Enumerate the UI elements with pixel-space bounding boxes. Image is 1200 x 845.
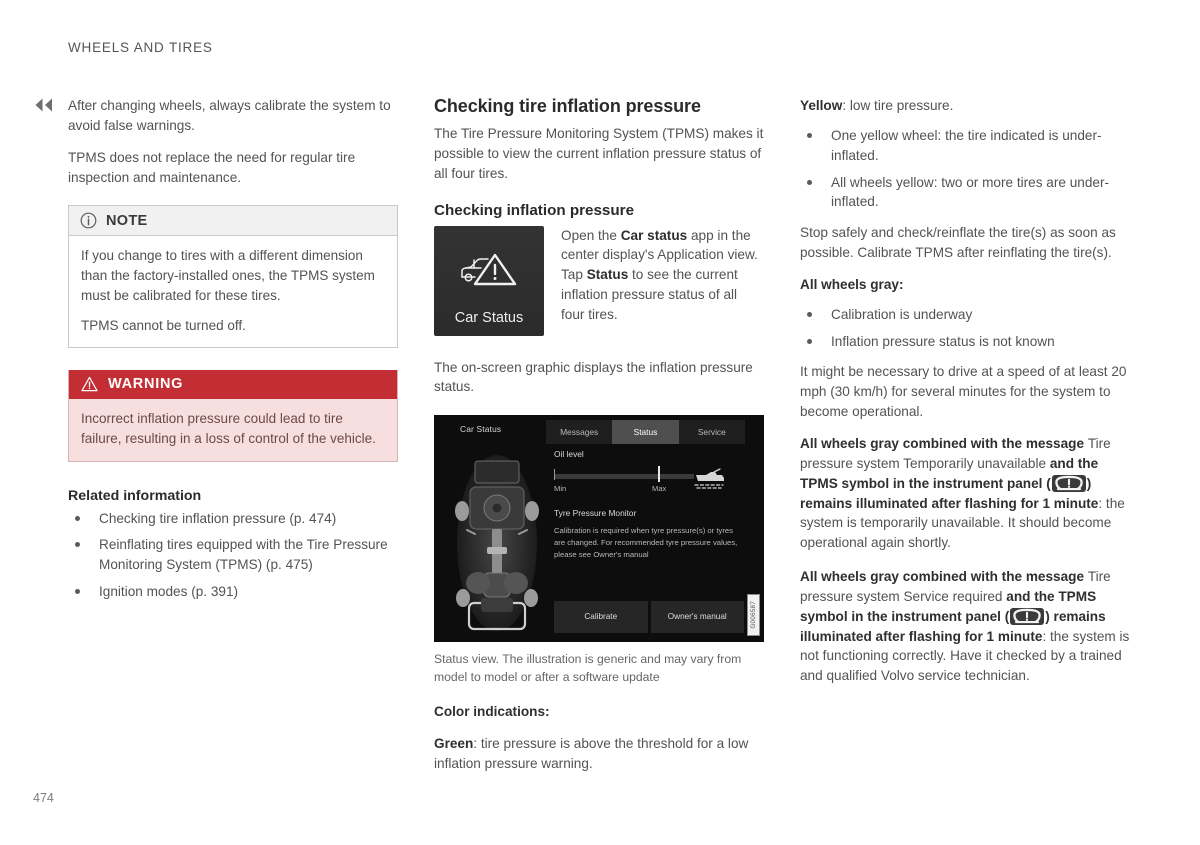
warning-box: WARNING Incorrect inflation pressure cou… xyxy=(68,370,398,462)
oil-gauge-needle xyxy=(658,466,660,483)
oil-gauge-scale-labels: Min Max xyxy=(554,484,694,495)
tpms-warning-icon xyxy=(1051,474,1086,492)
double-chevron-left-icon xyxy=(33,96,57,114)
temp-bold-1: All wheels gray combined with the messag… xyxy=(800,435,1088,451)
yellow-indication: Yellow: low tire pressure. xyxy=(800,96,1130,116)
figure-id-text: G006587 xyxy=(750,601,757,630)
yellow-note: Stop safely and check/reinflate the tire… xyxy=(800,225,1116,261)
list-item: One yellow wheel: the tire indicated is … xyxy=(800,126,1130,166)
yellow-label: Yellow xyxy=(800,98,843,113)
figure-caption: Status view. The illustration is generic… xyxy=(434,652,742,684)
oil-gauge-bar xyxy=(554,474,694,480)
running-header: WHEELS AND TIRES xyxy=(68,40,213,55)
page-number: 474 xyxy=(33,791,54,805)
note-box: NOTE If you change to tires with a diffe… xyxy=(68,205,398,349)
screenshot-info-panel: Oil level Min Max Tyre Pressure Monitor … xyxy=(554,449,749,560)
related-link-ignition-modes[interactable]: Ignition modes (p. 391) xyxy=(68,582,398,602)
column-center: Checking tire inflation pressure The Tir… xyxy=(434,96,764,785)
paragraph-tpms-replace: TPMS does not replace the need for regul… xyxy=(68,149,356,185)
service-required-paragraph: All wheels gray combined with the messag… xyxy=(800,567,1130,686)
related-link-checking-pressure[interactable]: Checking tire inflation pressure (p. 474… xyxy=(68,509,398,529)
gray-bullet-list: Calibration is underway Inflation pressu… xyxy=(800,305,1130,352)
green-indication: Green: tire pressure is above the thresh… xyxy=(434,734,764,774)
related-information-list: Checking tire inflation pressure (p. 474… xyxy=(68,509,398,602)
service-bold-1: All wheels gray combined with the messag… xyxy=(800,569,1088,585)
oil-gauge-min-tick xyxy=(554,469,555,481)
app-instruction-text: Open the Car status app in the center di… xyxy=(561,226,764,325)
note-body: If you change to tires with a different … xyxy=(69,236,397,347)
list-item: Calibration is underway xyxy=(800,305,1130,325)
screenshot-title: Car Status xyxy=(460,424,502,435)
instruction-bold-status: Status xyxy=(586,267,629,283)
note-header: NOTE xyxy=(69,206,397,237)
yellow-text: : low tire pressure. xyxy=(842,98,954,113)
warning-header: WARNING xyxy=(69,370,397,400)
instruction-bold-car-status: Car status xyxy=(620,227,688,243)
manual-page: WHEELS AND TIRES 474 After changing whee… xyxy=(0,0,1200,845)
oil-level-gauge xyxy=(554,466,694,483)
related-information-title: Related information xyxy=(68,487,202,504)
app-instruction-row: Car Status Open the Car status app in th… xyxy=(434,225,764,336)
note-label: NOTE xyxy=(106,212,148,229)
instruction-part-1: Open the xyxy=(561,227,621,243)
gray-title-text: All wheels gray: xyxy=(800,276,904,292)
section-title: Checking tire inflation pressure xyxy=(434,96,701,116)
green-text: : tire pressure is above the threshold f… xyxy=(434,735,749,771)
tyre-pressure-monitor-body: Calibration is required when tyre pressu… xyxy=(554,526,738,559)
related-information: Related information Checking tire inflat… xyxy=(68,488,398,602)
car-status-app-tile[interactable]: Car Status xyxy=(434,225,544,336)
graphic-intro: The on-screen graphic displays the infla… xyxy=(434,359,753,395)
oil-gauge-max-label: Max xyxy=(652,484,667,494)
note-paragraph-1: If you change to tires with a different … xyxy=(81,248,375,303)
list-item: Inflation pressure status is not known xyxy=(800,332,1130,352)
oil-gauge-min-label: Min xyxy=(554,484,567,494)
note-paragraph-2: TPMS cannot be turned off. xyxy=(81,318,246,334)
gray-note: It might be necessary to drive at a spee… xyxy=(800,364,1127,420)
warning-body: Incorrect inflation pressure could lead … xyxy=(69,399,397,461)
screenshot-tabbar: Messages Status Service xyxy=(546,420,745,445)
subsection-title: Checking inflation pressure xyxy=(434,201,635,219)
figure-id-label: G006587 xyxy=(747,594,760,637)
screenshot-tab-status[interactable]: Status xyxy=(612,420,679,445)
oil-level-heading: Oil level xyxy=(554,449,584,460)
column-right: Yellow: low tire pressure. One yellow wh… xyxy=(800,96,1130,698)
warning-text: Incorrect inflation pressure could lead … xyxy=(81,411,376,446)
yellow-bullet-list: One yellow wheel: the tire indicated is … xyxy=(800,126,1130,212)
tyre-pressure-monitor-heading: Tyre Pressure Monitor xyxy=(554,508,637,519)
color-indications-title: Color indications: xyxy=(434,703,550,719)
green-label: Green xyxy=(434,735,474,751)
warning-label: WARNING xyxy=(108,376,184,393)
list-item: All wheels yellow: two or more tires are… xyxy=(800,173,1130,213)
screenshot-button-row: Calibrate Owner's manual xyxy=(554,601,744,634)
oil-can-icon xyxy=(692,467,726,489)
gray-title: All wheels gray: xyxy=(800,275,1130,295)
related-link-reinflating-tires[interactable]: Reinflating tires equipped with the Tire… xyxy=(68,535,398,575)
car-status-tile-label: Car Status xyxy=(454,309,524,326)
tpms-warning-icon xyxy=(1010,607,1045,625)
calibrate-button[interactable]: Calibrate xyxy=(554,601,648,634)
owners-manual-button[interactable]: Owner's manual xyxy=(650,601,744,634)
car-warning-triangle-icon xyxy=(434,226,544,310)
section-intro: The Tire Pressure Monitoring System (TPM… xyxy=(434,126,764,181)
column-left: After changing wheels, always calibrate … xyxy=(68,96,398,613)
screenshot-tab-service[interactable]: Service xyxy=(679,420,745,444)
info-circle-icon xyxy=(80,212,97,229)
paragraph-calibrate: After changing wheels, always calibrate … xyxy=(68,98,391,133)
car-top-view-graphic xyxy=(454,451,540,634)
warning-triangle-icon xyxy=(81,376,98,392)
screenshot-tab-messages[interactable]: Messages xyxy=(546,420,612,444)
center-display-screenshot: Car Status Messages Status Service Oil l… xyxy=(434,415,764,643)
temporarily-unavailable-paragraph: All wheels gray combined with the messag… xyxy=(800,434,1130,553)
